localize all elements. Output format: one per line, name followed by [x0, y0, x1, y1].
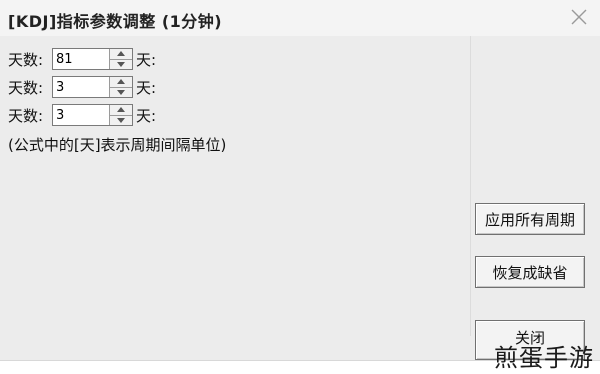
- spinner-arrows: [109, 49, 132, 69]
- spinner-arrows: [109, 105, 132, 125]
- param-row-3: 天数: 天:: [8, 104, 156, 126]
- param-label: 天数:: [8, 106, 44, 125]
- close-icon[interactable]: [568, 6, 590, 28]
- param-label: 天数:: [8, 78, 44, 97]
- param-label: 天数:: [8, 50, 44, 69]
- button-column-divider: [470, 36, 471, 336]
- param-input-1[interactable]: [53, 49, 109, 69]
- param-spinner-2: [52, 76, 133, 98]
- param-spinner-3: [52, 104, 133, 126]
- param-input-2[interactable]: [53, 77, 109, 97]
- spin-up-icon[interactable]: [110, 105, 132, 115]
- spin-down-icon[interactable]: [110, 86, 132, 98]
- param-unit: 天:: [136, 106, 157, 125]
- param-row-2: 天数: 天:: [8, 76, 156, 98]
- spin-down-icon[interactable]: [110, 114, 132, 126]
- param-input-3[interactable]: [53, 105, 109, 125]
- dialog-title: [KDJ]指标参数调整 (1分钟): [8, 12, 223, 31]
- watermark: 煎蛋手游: [494, 344, 594, 372]
- spin-up-icon[interactable]: [110, 77, 132, 87]
- period-unit-note: (公式中的[天]表示周期间隔单位): [8, 136, 227, 154]
- param-unit: 天:: [136, 78, 157, 97]
- title-bar[interactable]: [KDJ]指标参数调整 (1分钟): [0, 0, 600, 36]
- restore-defaults-button[interactable]: 恢复成缺省: [475, 256, 585, 288]
- spin-down-icon[interactable]: [110, 58, 132, 70]
- param-row-1: 天数: 天:: [8, 48, 156, 70]
- kdj-param-dialog: [KDJ]指标参数调整 (1分钟) 天数: 天: [0, 0, 600, 361]
- apply-all-periods-button[interactable]: 应用所有周期: [475, 203, 585, 235]
- param-spinner-1: [52, 48, 133, 70]
- spinner-arrows: [109, 77, 132, 97]
- param-unit: 天:: [136, 50, 157, 69]
- spin-up-icon[interactable]: [110, 49, 132, 59]
- params-panel: 天数: 天: 天数:: [8, 36, 468, 336]
